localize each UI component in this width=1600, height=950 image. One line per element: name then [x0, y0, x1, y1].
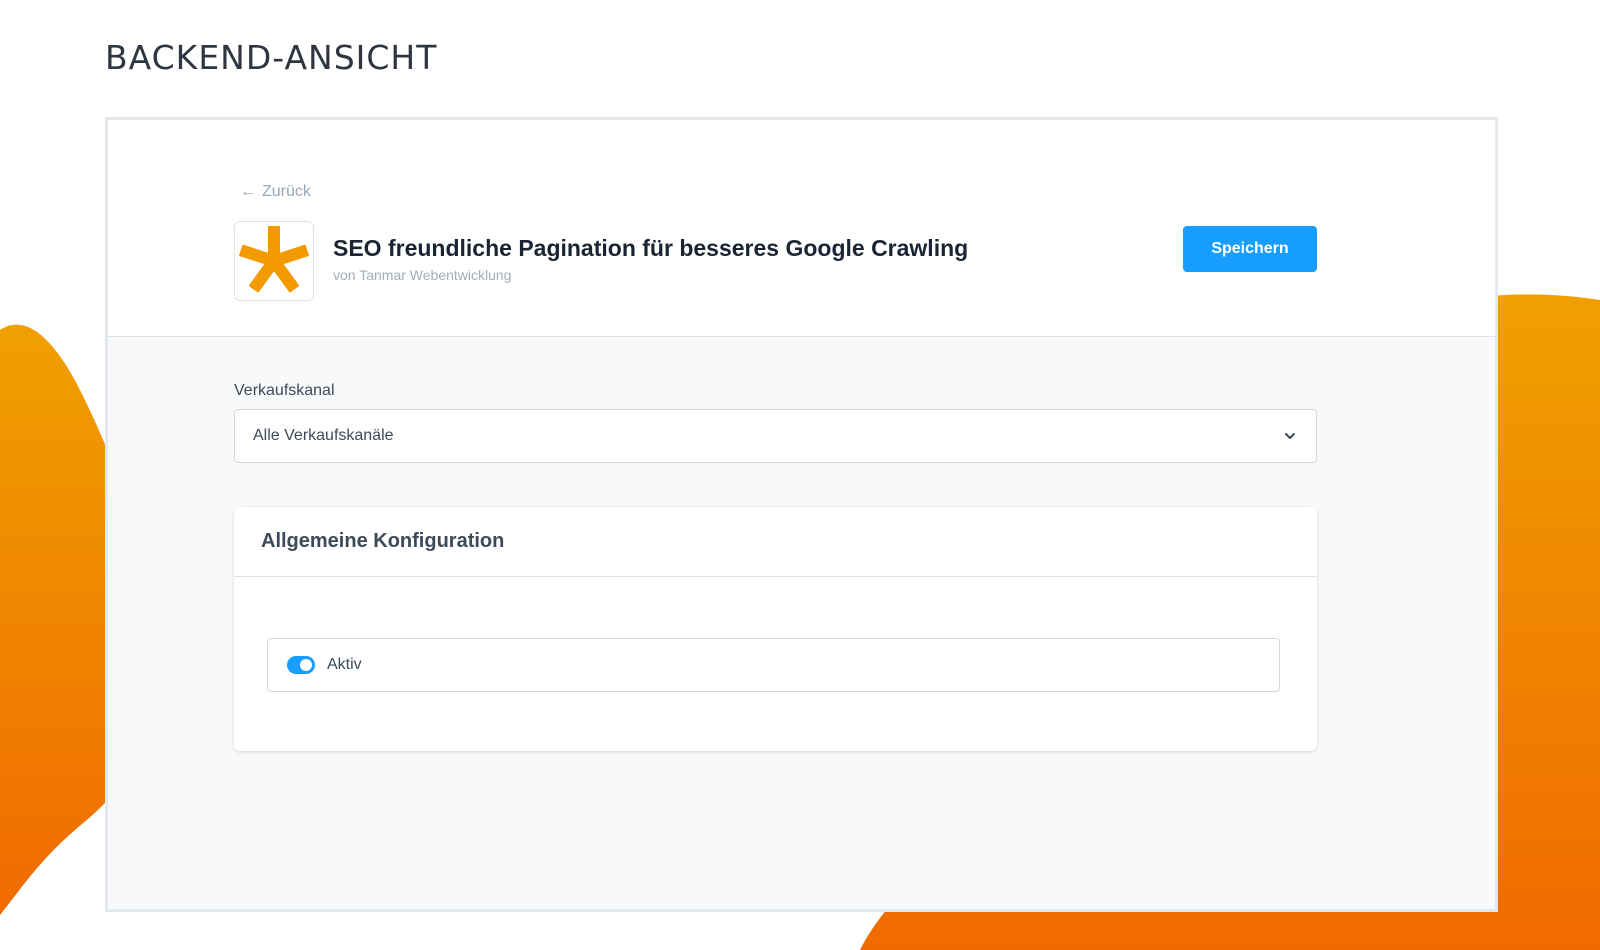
plugin-header: ← Zurück SEO freundliche Pagination für … — [108, 120, 1495, 337]
plugin-logo — [234, 221, 314, 301]
arrow-left-icon: ← — [240, 183, 256, 200]
chevron-down-icon — [1282, 428, 1298, 444]
active-toggle-row: Aktiv — [267, 638, 1280, 692]
save-button[interactable]: Speichern — [1183, 226, 1317, 272]
backend-screenshot-frame: ← Zurück SEO freundliche Pagination für … — [105, 117, 1498, 912]
page-heading: BACKEND-ANSICHT — [105, 38, 438, 77]
general-config-card: Allgemeine Konfiguration Aktiv — [234, 507, 1317, 751]
sales-channel-selected-value: Alle Verkaufskanäle — [253, 427, 394, 444]
config-card-title: Allgemeine Konfiguration — [234, 507, 1317, 577]
back-link-label: Zurück — [262, 183, 311, 200]
plugin-config-body: Verkaufskanal Alle Verkaufskanäle Allgem… — [108, 337, 1495, 909]
plugin-title: SEO freundliche Pagination für besseres … — [333, 235, 969, 261]
sales-channel-select[interactable]: Alle Verkaufskanäle — [234, 409, 1317, 463]
sales-channel-label: Verkaufskanal — [234, 382, 335, 399]
asterisk-logo-icon — [239, 226, 309, 293]
back-link[interactable]: ← Zurück — [240, 183, 311, 201]
toggle-knob — [300, 659, 312, 671]
active-toggle[interactable] — [287, 656, 315, 674]
plugin-author: von Tanmar Webentwicklung — [333, 267, 512, 283]
active-toggle-label: Aktiv — [327, 656, 362, 673]
